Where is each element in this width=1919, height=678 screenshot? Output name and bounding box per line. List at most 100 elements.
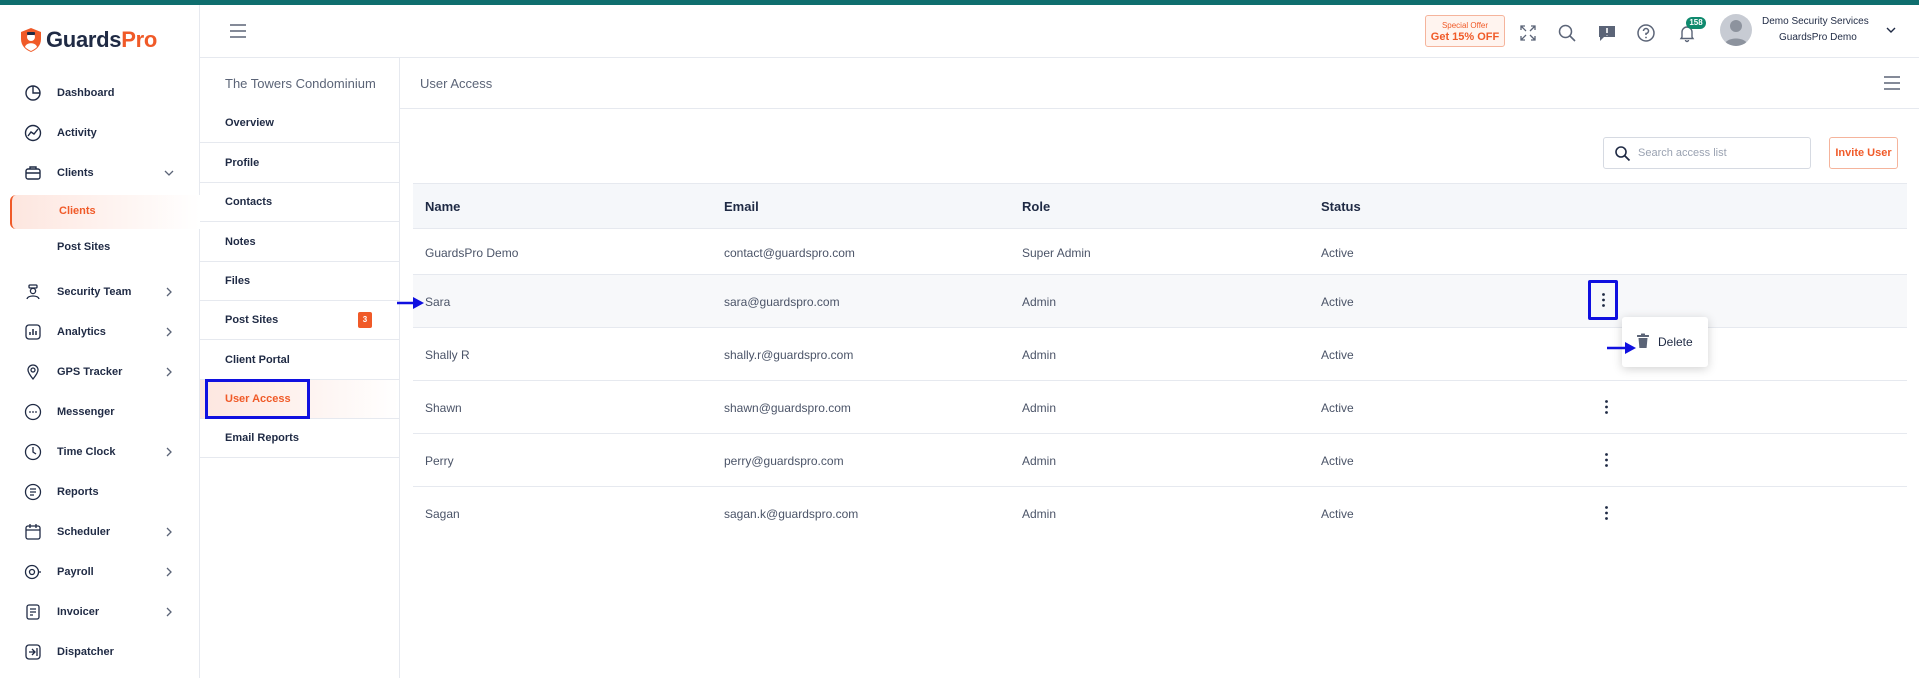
subnav-item-label: Email Reports bbox=[225, 432, 299, 444]
subnav-item-client-portal[interactable]: Client Portal bbox=[200, 341, 399, 380]
sidebar-item-dispatcher[interactable]: Dispatcher bbox=[0, 634, 200, 670]
row-actions-button[interactable] bbox=[1594, 447, 1618, 473]
cell-status: Active bbox=[1321, 246, 1354, 260]
sidebar-item-gps-tracker[interactable]: GPS Tracker bbox=[0, 354, 200, 390]
sidebar-item-security-team[interactable]: Security Team bbox=[0, 274, 200, 310]
sidebar: GuardsPro Dashboard Activity Clients Cli… bbox=[0, 5, 200, 678]
subnav-item-email-reports[interactable]: Email Reports bbox=[200, 419, 399, 458]
cell-role: Super Admin bbox=[1022, 246, 1091, 260]
sidebar-item-activity[interactable]: Activity bbox=[0, 115, 200, 151]
briefcase-icon bbox=[25, 166, 41, 180]
help-icon[interactable] bbox=[1636, 23, 1656, 43]
sidebar-item-scheduler[interactable]: Scheduler bbox=[0, 514, 200, 550]
post-sites-count-badge: 3 bbox=[358, 312, 372, 328]
menu-item-label: Delete bbox=[1658, 335, 1693, 349]
chevron-right-icon bbox=[166, 287, 172, 297]
sidebar-subitem-clients[interactable]: Clients bbox=[10, 195, 200, 229]
table-row[interactable]: Perry perry@guardspro.com Admin Active bbox=[413, 434, 1907, 487]
kebab-icon bbox=[1604, 400, 1608, 414]
row-actions-button[interactable] bbox=[1588, 280, 1618, 320]
cell-email: shally.r@guardspro.com bbox=[724, 348, 854, 362]
logo[interactable]: GuardsPro bbox=[20, 27, 157, 53]
sidebar-item-label: Invoicer bbox=[57, 606, 100, 618]
cell-email: sagan.k@guardspro.com bbox=[724, 507, 859, 521]
cell-email: contact@guardspro.com bbox=[724, 246, 855, 260]
cell-name: Shally R bbox=[425, 348, 470, 362]
sidebar-item-invoicer[interactable]: Invoicer bbox=[0, 594, 200, 630]
chevron-down-icon[interactable] bbox=[1885, 24, 1897, 36]
special-offer-button[interactable]: Special Offer Get 15% OFF bbox=[1425, 15, 1505, 47]
subnav-item-overview[interactable]: Overview bbox=[200, 104, 399, 143]
cell-name: Sara bbox=[425, 295, 451, 309]
report-icon bbox=[24, 483, 42, 501]
subnav-item-label: Client Portal bbox=[225, 354, 290, 366]
shield-logo-icon bbox=[21, 28, 41, 52]
hamburger-menu-icon[interactable] bbox=[1884, 76, 1900, 90]
sidebar-item-dashboard[interactable]: Dashboard bbox=[0, 75, 200, 111]
dispatch-icon bbox=[25, 644, 41, 660]
feedback-icon[interactable] bbox=[1597, 23, 1617, 43]
kebab-icon bbox=[1601, 293, 1605, 307]
sidebar-item-label: Dispatcher bbox=[57, 646, 114, 658]
subnav-item-notes[interactable]: Notes bbox=[200, 223, 399, 262]
row-actions-button[interactable] bbox=[1594, 394, 1618, 420]
search-input[interactable] bbox=[1638, 144, 1803, 162]
table-row[interactable]: Shawn shawn@guardspro.com Admin Active bbox=[413, 381, 1907, 434]
avatar[interactable] bbox=[1720, 14, 1752, 46]
main-header: User Access bbox=[400, 58, 1919, 109]
cell-status: Active bbox=[1321, 507, 1354, 521]
client-name-title: The Towers Condominium bbox=[225, 76, 376, 91]
clock-icon bbox=[24, 443, 42, 461]
subnav-item-post-sites[interactable]: Post Sites 3 bbox=[200, 301, 399, 340]
sidebar-subitem-label: Post Sites bbox=[57, 241, 111, 253]
fullscreen-icon[interactable] bbox=[1518, 23, 1538, 43]
calendar-icon bbox=[25, 524, 41, 540]
chevron-right-icon bbox=[166, 367, 172, 377]
chat-icon bbox=[24, 403, 42, 421]
page-title: User Access bbox=[420, 76, 493, 91]
cell-role: Admin bbox=[1022, 507, 1057, 521]
column-header-name[interactable]: Name bbox=[425, 199, 460, 214]
cell-name: GuardsPro Demo bbox=[425, 246, 519, 260]
sidebar-item-analytics[interactable]: Analytics bbox=[0, 314, 200, 350]
subnav-item-files[interactable]: Files bbox=[200, 262, 399, 301]
offer-caption: Special Offer bbox=[1441, 21, 1489, 30]
column-header-email[interactable]: Email bbox=[724, 199, 759, 214]
chevron-right-icon bbox=[166, 567, 172, 577]
cell-email: shawn@guardspro.com bbox=[724, 401, 851, 415]
column-header-role[interactable]: Role bbox=[1022, 199, 1050, 214]
user-company-name: Demo Security Services bbox=[1762, 16, 1869, 27]
search-icon[interactable] bbox=[1557, 23, 1577, 43]
chevron-right-icon bbox=[166, 527, 172, 537]
table-header: Name Email Role Status bbox=[413, 183, 1907, 229]
sidebar-item-payroll[interactable]: Payroll bbox=[0, 554, 200, 590]
search-icon bbox=[1615, 146, 1631, 162]
row-actions-button[interactable] bbox=[1594, 500, 1618, 526]
sidebar-item-label: Dashboard bbox=[57, 87, 115, 99]
user-silhouette-icon bbox=[1724, 20, 1748, 46]
table-row[interactable]: Sagan sagan.k@guardspro.com Admin Active bbox=[413, 487, 1907, 540]
cell-role: Admin bbox=[1022, 454, 1057, 468]
sidebar-subitem-post-sites[interactable]: Post Sites bbox=[10, 231, 200, 265]
search-box[interactable] bbox=[1603, 137, 1811, 169]
sidebar-item-reports[interactable]: Reports bbox=[0, 474, 200, 510]
bar-chart-icon bbox=[25, 324, 41, 340]
trash-icon bbox=[1637, 333, 1649, 348]
pointer-arrow-icon bbox=[1607, 342, 1636, 354]
subnav-item-label: Notes bbox=[225, 236, 256, 248]
cell-name: Sagan bbox=[425, 507, 460, 521]
sidebar-item-label: GPS Tracker bbox=[57, 366, 123, 378]
subnav-item-contacts[interactable]: Contacts bbox=[200, 183, 399, 222]
subnav-item-profile[interactable]: Profile bbox=[200, 144, 399, 183]
sidebar-item-messenger[interactable]: Messenger bbox=[0, 394, 200, 430]
cell-role: Admin bbox=[1022, 295, 1057, 309]
sidebar-item-label: Messenger bbox=[57, 406, 115, 418]
column-header-status[interactable]: Status bbox=[1321, 199, 1361, 214]
cell-email: perry@guardspro.com bbox=[724, 454, 844, 468]
invite-user-button[interactable]: Invite User bbox=[1829, 137, 1898, 169]
sidebar-item-clients[interactable]: Clients bbox=[0, 155, 200, 191]
sidebar-item-time-clock[interactable]: Time Clock bbox=[0, 434, 200, 470]
hamburger-menu-icon[interactable] bbox=[230, 24, 246, 38]
highlight-box-user-access bbox=[205, 379, 310, 419]
table-row[interactable]: GuardsPro Demo contact@guardspro.com Sup… bbox=[413, 229, 1907, 275]
